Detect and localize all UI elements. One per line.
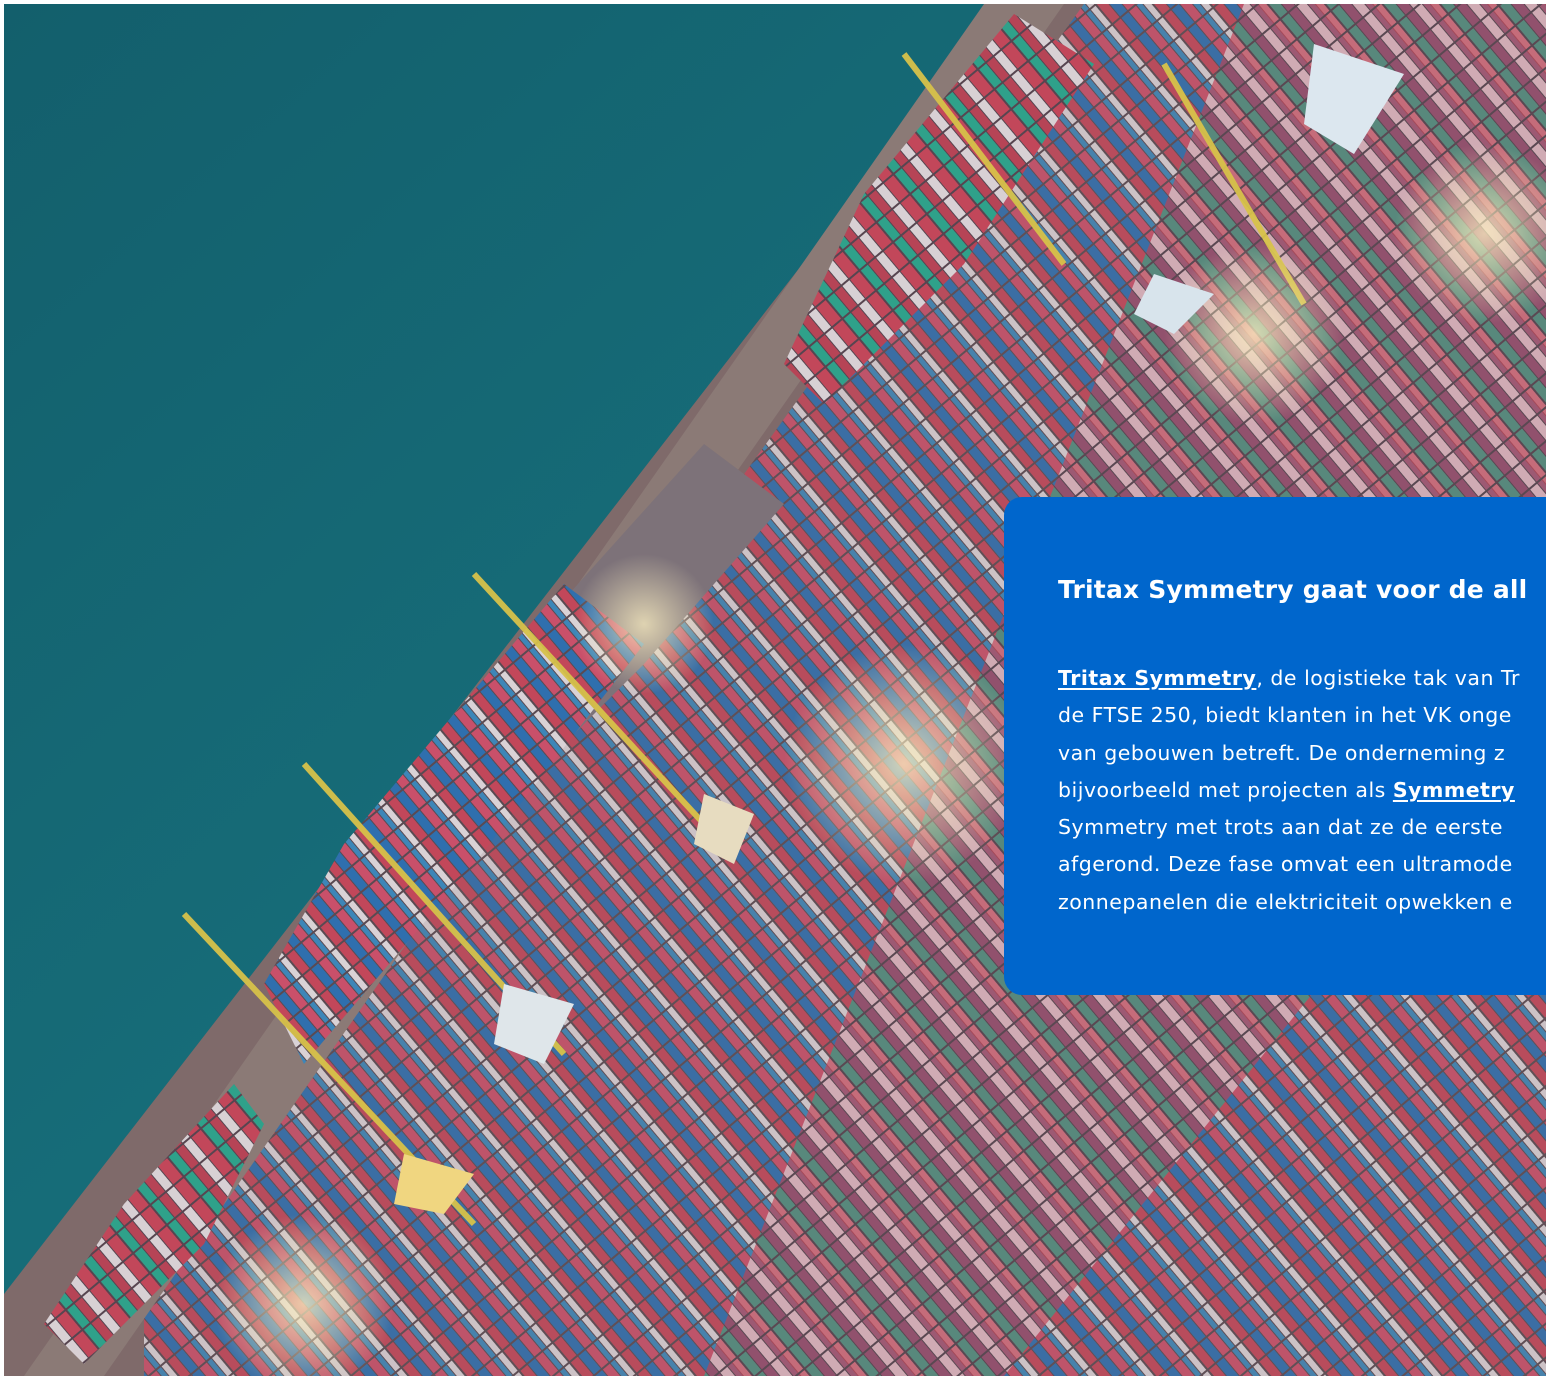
body-line-6: afgerond. Deze fase omvat een ultramode bbox=[1058, 852, 1513, 877]
body-line-1-text: , de logistieke tak van Tr bbox=[1256, 666, 1520, 690]
card-body: Tritax Symmetry, de logistieke tak van T… bbox=[1058, 660, 1546, 921]
body-line-3: van gebouwen betreft. De onderneming z bbox=[1058, 740, 1506, 765]
body-line-4-text: bijvoorbeeld met projecten als bbox=[1058, 777, 1393, 802]
card-title: Tritax Symmetry gaat voor de all bbox=[1058, 575, 1528, 604]
info-card: Tritax Symmetry gaat voor de all Tritax … bbox=[1004, 497, 1546, 995]
body-line-2: de FTSE 250, biedt klanten in het VK ong… bbox=[1058, 703, 1512, 728]
body-line-5: Symmetry met trots aan dat ze de eerste bbox=[1058, 815, 1504, 840]
body-line-4: bijvoorbeeld met projecten als Symmetry bbox=[1058, 772, 1546, 809]
body-line-7: zonnepanelen die elektriciteit opwekken … bbox=[1058, 889, 1513, 914]
page: Tritax Symmetry gaat voor de all Tritax … bbox=[0, 0, 1546, 1376]
body-line-1: Tritax Symmetry, de logistieke tak van T… bbox=[1058, 660, 1546, 697]
tritax-symmetry-link[interactable]: Tritax Symmetry bbox=[1058, 666, 1256, 690]
symmetry-project-link[interactable]: Symmetry bbox=[1393, 778, 1515, 802]
